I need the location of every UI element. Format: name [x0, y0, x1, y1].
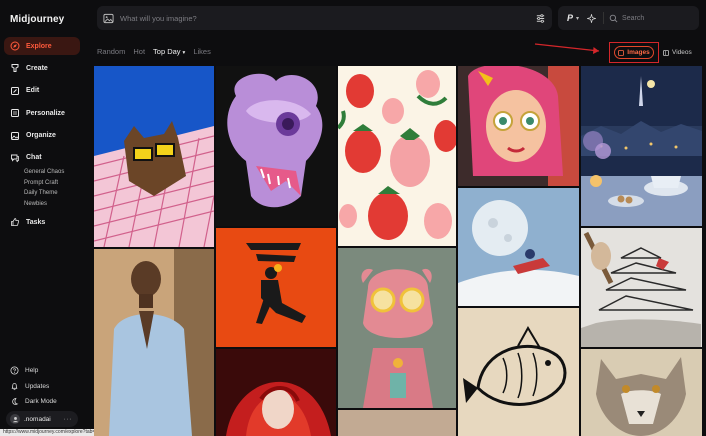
pink-alien-tile[interactable]: [338, 248, 456, 408]
search-icon: [609, 14, 618, 22]
divider: [603, 12, 605, 24]
sparkle-icon[interactable]: [587, 13, 597, 23]
sidebar-item-label: Create: [26, 64, 48, 72]
sidebar-item-label: Organize: [26, 132, 56, 140]
bottom-nav: Help Updates Dark Mode: [10, 363, 80, 410]
chat-channel-general-chaos[interactable]: General Chaos: [24, 167, 80, 178]
chat-channel-list: General Chaos Prompt Craft Daily Theme N…: [24, 167, 80, 209]
filter-top-day-label: Top Day: [153, 47, 181, 56]
moon-snowmobile-tile[interactable]: [458, 188, 579, 306]
pencil-icon: [10, 86, 20, 96]
top-right-controls: P ▾ Search: [558, 6, 699, 30]
model-selector[interactable]: P: [567, 13, 573, 23]
updates-link[interactable]: Updates: [10, 379, 80, 395]
dark-mode-toggle[interactable]: Dark Mode: [10, 394, 80, 410]
chevron-down-icon: ▾: [182, 50, 186, 56]
chat-channel-newbies[interactable]: Newbies: [24, 199, 80, 210]
explore-gallery: [94, 66, 702, 436]
sidebar-item-label: Explore: [26, 42, 52, 50]
image-upload-icon[interactable]: [103, 13, 114, 24]
pagoda-sketch-tile[interactable]: [581, 228, 702, 347]
sidebar-item-personalize[interactable]: Personalize: [4, 104, 80, 122]
image-folder-icon: [10, 131, 20, 141]
sliders-icon: [10, 108, 20, 118]
sidebar-item-organize[interactable]: Organize: [4, 127, 80, 145]
orange-figure-tile[interactable]: [216, 228, 336, 347]
chat-channel-daily-theme[interactable]: Daily Theme: [24, 188, 80, 199]
chevron-down-icon[interactable]: ▾: [576, 15, 579, 22]
sidebar-item-chat[interactable]: Chat: [4, 149, 80, 167]
help-icon: [10, 366, 19, 375]
sidebar-item-label: Personalize: [26, 109, 65, 117]
main-nav: Explore Create Edit Personalize Organize: [4, 37, 80, 236]
help-label: Help: [25, 367, 39, 375]
sidebar-item-edit[interactable]: Edit: [4, 82, 80, 100]
tab-videos-label: Videos: [672, 49, 692, 56]
sidebar-item-tasks[interactable]: Tasks: [4, 213, 80, 231]
sidebar-item-label: Chat: [26, 154, 42, 162]
purple-dragon-skull-tile[interactable]: [216, 66, 336, 226]
media-type-tabs: Images Videos: [609, 42, 692, 63]
tab-videos[interactable]: Videos: [663, 49, 692, 56]
video-icon: [663, 49, 669, 56]
pink-hair-girl-tile[interactable]: [458, 66, 579, 186]
filter-top-day[interactable]: Top Day ▾: [153, 47, 185, 56]
app-logo[interactable]: Midjourney: [10, 14, 64, 25]
filter-hot[interactable]: Hot: [133, 47, 145, 56]
dark-mode-label: Dark Mode: [25, 398, 57, 406]
brush-icon: [10, 63, 20, 73]
compass-icon: [10, 41, 20, 51]
updates-label: Updates: [25, 382, 50, 390]
man-portrait-tile[interactable]: [94, 249, 214, 436]
strawberry-pattern-tile-continued[interactable]: [338, 410, 456, 436]
wolf-sketch-tile[interactable]: [581, 349, 702, 436]
night-tea-scene-tile[interactable]: [581, 66, 702, 226]
cat-with-sunglasses-tile[interactable]: [94, 66, 214, 247]
user-account-button[interactable]: .nomadai ···: [6, 411, 78, 427]
status-bar-url: https://www.midjourney.com/explore?tab=t…: [0, 429, 106, 436]
moon-icon: [12, 398, 19, 406]
sidebar: Midjourney Explore Create Edit Personali…: [0, 0, 88, 436]
sidebar-item-label: Tasks: [26, 218, 46, 226]
prompt-bar[interactable]: What will you imagine?: [97, 6, 552, 30]
sidebar-item-explore[interactable]: Explore: [4, 37, 80, 55]
tab-images-label: Images: [627, 49, 650, 56]
prompt-input[interactable]: What will you imagine?: [120, 14, 535, 23]
sidebar-item-create[interactable]: Create: [4, 59, 80, 77]
filter-random[interactable]: Random: [97, 47, 125, 56]
user-icon: [12, 416, 18, 422]
red-hair-woman-tile[interactable]: [216, 349, 336, 436]
chat-icon: [10, 153, 20, 163]
username: .nomadai: [24, 415, 51, 423]
explore-filters: Random Hot Top Day ▾ Likes: [97, 47, 219, 56]
help-link[interactable]: Help: [10, 363, 80, 379]
search-input[interactable]: Search: [622, 15, 644, 22]
thumbs-up-icon: [10, 217, 20, 227]
annotation-arrow: [534, 43, 600, 54]
sidebar-item-label: Edit: [26, 87, 40, 95]
more-options-button[interactable]: ···: [64, 416, 73, 423]
settings-sliders-icon[interactable]: [535, 13, 546, 24]
chat-channel-prompt-craft[interactable]: Prompt Craft: [24, 178, 80, 189]
highlight-box: Images: [609, 42, 659, 63]
filter-likes[interactable]: Likes: [193, 47, 211, 56]
strawberry-pattern-tile[interactable]: [338, 66, 456, 246]
bell-icon: [11, 382, 18, 390]
image-icon: [618, 49, 625, 56]
avatar: [10, 414, 20, 424]
tab-images[interactable]: Images: [614, 46, 654, 59]
fish-sketch-tile[interactable]: [458, 308, 579, 436]
